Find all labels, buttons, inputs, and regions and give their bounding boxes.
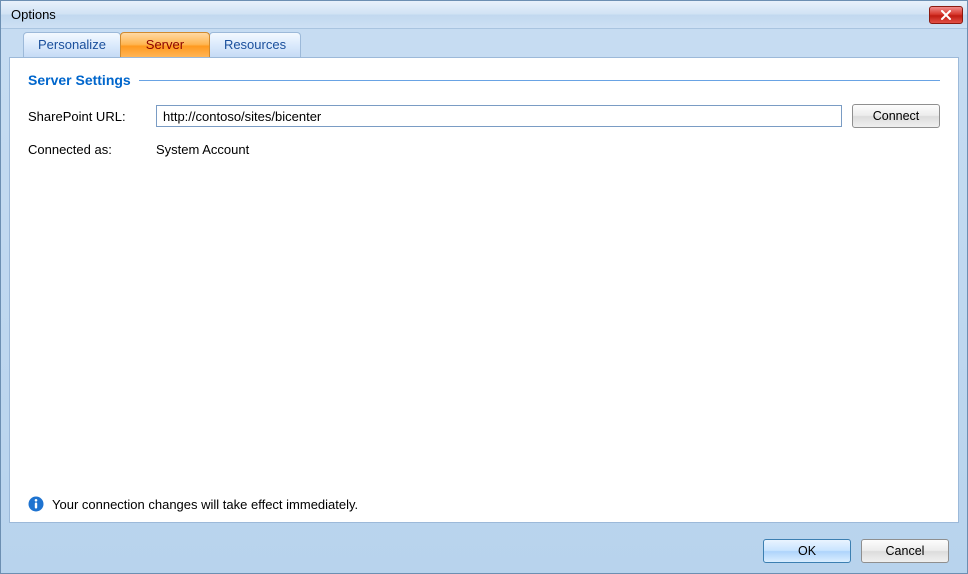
group-divider	[139, 80, 940, 81]
sharepoint-url-label: SharePoint URL:	[28, 109, 156, 124]
row-connected-as: Connected as: System Account	[28, 142, 940, 157]
sharepoint-url-input[interactable]	[156, 105, 842, 127]
connected-as-value: System Account	[156, 142, 249, 157]
tab-personalize[interactable]: Personalize	[23, 32, 121, 57]
titlebar: Options	[1, 1, 967, 29]
group-header: Server Settings	[28, 72, 940, 88]
connected-as-label: Connected as:	[28, 142, 156, 157]
tabstrip: Personalize Server Resources	[1, 29, 967, 57]
tab-resources[interactable]: Resources	[209, 32, 301, 57]
content-spacer	[28, 171, 940, 486]
window-title: Options	[11, 7, 929, 22]
dialog-footer: OK Cancel	[1, 529, 967, 573]
connect-button[interactable]: Connect	[852, 104, 940, 128]
options-dialog: Options Personalize Server Resources Ser…	[0, 0, 968, 574]
close-icon	[940, 10, 952, 20]
info-row: Your connection changes will take effect…	[28, 486, 940, 512]
ok-button[interactable]: OK	[763, 539, 851, 563]
cancel-button[interactable]: Cancel	[861, 539, 949, 563]
tab-content-server: Server Settings SharePoint URL: Connect …	[9, 57, 959, 523]
tab-server[interactable]: Server	[120, 32, 210, 57]
row-sharepoint-url: SharePoint URL: Connect	[28, 104, 940, 128]
info-icon	[28, 496, 44, 512]
group-title: Server Settings	[28, 72, 139, 88]
close-button[interactable]	[929, 6, 963, 24]
info-text: Your connection changes will take effect…	[52, 497, 358, 512]
